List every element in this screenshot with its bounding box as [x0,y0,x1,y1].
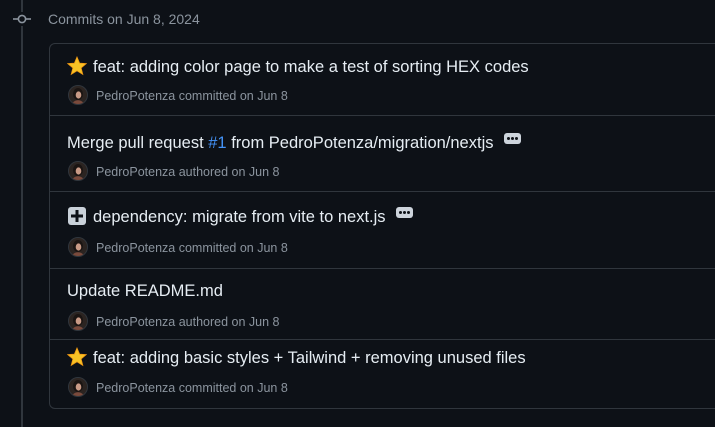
commit-action: committed on Jun 8 [178,241,288,255]
commit-action: authored on Jun 8 [178,165,280,179]
commit-row: feat: adding color page to make a test o… [50,44,715,116]
commit-message-link[interactable]: dependency: migrate from vite to next.js [93,208,386,226]
commit-history: Commits on Jun 8, 2024 feat: adding colo… [0,0,715,427]
commit-title-line: feat: adding basic styles + Tailwind + r… [66,346,526,369]
heavy-plus-icon [67,206,87,226]
commit-message-link[interactable]: Merge pull request [67,134,208,152]
author-link[interactable]: PedroPotenza [96,381,175,395]
commit-title-line: dependency: migrate from vite to next.js [67,206,413,228]
commit-row: Update README.md PedroPotenza authored o… [50,269,715,340]
commit-meta: PedroPotenza authored on Jun 8 [68,311,280,331]
commit-message-link[interactable]: from PedroPotenza/migration/nextjs [227,134,493,152]
avatar[interactable] [68,237,88,257]
avatar[interactable] [68,377,88,397]
commit-group-header: Commits on Jun 8, 2024 [48,11,200,27]
commit-row: Merge pull request #1 from PedroPotenza/… [50,116,715,192]
author-link[interactable]: PedroPotenza [96,89,175,103]
commit-action: authored on Jun 8 [178,315,280,329]
commit-message-link[interactable]: Update README.md [67,282,223,300]
glowing-star-icon [66,55,88,76]
author-link[interactable]: PedroPotenza [96,241,175,255]
avatar[interactable] [68,161,88,181]
author-link[interactable]: PedroPotenza [96,315,175,329]
expand-description-button[interactable] [503,133,521,144]
author-link[interactable]: PedroPotenza [96,165,175,179]
expand-description-button[interactable] [395,207,413,218]
commit-title-line: feat: adding color page to make a test o… [66,55,529,78]
commit-meta: PedroPotenza committed on Jun 8 [68,377,288,397]
commit-message-link[interactable]: feat: adding color page to make a test o… [93,58,529,76]
commit-message-link[interactable]: feat: adding basic styles + Tailwind + r… [93,349,526,367]
pull-request-link[interactable]: #1 [208,134,226,152]
timeline-line [21,0,23,427]
avatar[interactable] [68,311,88,331]
glowing-star-icon [66,346,88,367]
git-commit-icon [13,12,31,26]
commit-meta: PedroPotenza committed on Jun 8 [68,85,288,105]
commit-row: feat: adding basic styles + Tailwind + r… [50,340,715,408]
commit-list: feat: adding color page to make a test o… [49,43,715,409]
commit-title-line: Merge pull request #1 from PedroPotenza/… [67,132,521,154]
commit-action: committed on Jun 8 [178,381,288,395]
avatar[interactable] [68,85,88,105]
commit-meta: PedroPotenza committed on Jun 8 [68,237,288,257]
commit-meta: PedroPotenza authored on Jun 8 [68,161,280,181]
commit-title-line: Update README.md [67,280,223,302]
commit-row: dependency: migrate from vite to next.js… [50,192,715,269]
commit-action: committed on Jun 8 [178,89,288,103]
